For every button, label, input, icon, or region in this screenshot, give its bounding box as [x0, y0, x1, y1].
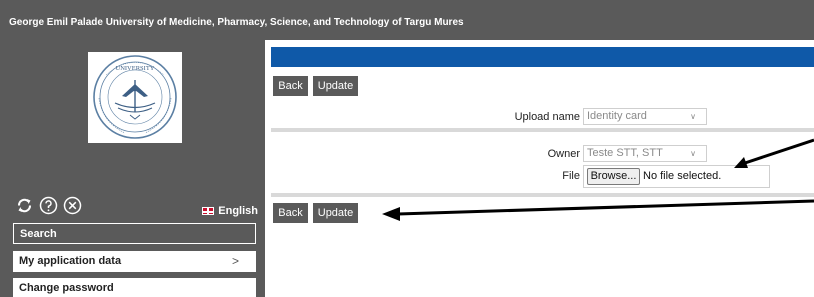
divider: [271, 193, 814, 197]
top-bar: George Emil Palade University of Medicin…: [0, 0, 814, 40]
divider: [271, 128, 814, 132]
sidebar-item-change-password[interactable]: Change password: [13, 278, 256, 297]
language-switcher[interactable]: English: [202, 205, 258, 217]
annotation-arrow-icon: [741, 138, 814, 166]
search-input[interactable]: [14, 224, 255, 244]
university-seal-icon: UNIVERSITY: [93, 55, 177, 139]
owner-select[interactable]: Teste STT, STT ∨: [583, 145, 707, 162]
chevron-down-icon: ∨: [690, 112, 696, 121]
file-field: Browse... No file selected.: [583, 165, 770, 188]
back-button[interactable]: Back: [273, 76, 308, 96]
university-logo: UNIVERSITY: [88, 52, 182, 143]
update-button-bottom[interactable]: Update: [313, 203, 358, 223]
page: George Emil Palade University of Medicin…: [0, 0, 814, 297]
upload-name-value: Identity card: [587, 110, 647, 122]
help-icon[interactable]: [39, 196, 58, 215]
university-title: George Emil Palade University of Medicin…: [9, 17, 464, 28]
search-box: [13, 223, 256, 244]
chevron-down-icon: ∨: [690, 149, 696, 158]
file-status: No file selected.: [643, 170, 722, 182]
sidebar-item-my-application-data[interactable]: My application data >: [13, 251, 256, 272]
file-label: File: [562, 170, 580, 182]
sidebar-item-label: My application data: [19, 255, 122, 267]
chevron-right-icon: >: [231, 254, 239, 268]
back-button-bottom[interactable]: Back: [273, 203, 308, 223]
owner-label: Owner: [547, 148, 580, 160]
upload-name-select[interactable]: Identity card ∨: [583, 108, 707, 125]
close-icon[interactable]: [63, 196, 82, 215]
uk-flag-icon: [202, 207, 215, 215]
owner-value: Teste STT, STT: [587, 147, 663, 159]
language-label: English: [218, 205, 258, 217]
update-button[interactable]: Update: [313, 76, 358, 96]
browse-button[interactable]: Browse...: [587, 168, 640, 185]
upload-name-label: Upload name: [514, 111, 580, 123]
sidebar-icon-row: [15, 196, 82, 215]
sidebar-item-label: Change password: [19, 282, 114, 294]
title-bar: [271, 47, 814, 67]
arrowhead-icon: [382, 207, 400, 221]
seal-text: UNIVERSITY: [116, 65, 155, 72]
refresh-icon[interactable]: [15, 196, 34, 215]
annotation-arrow-icon: [397, 199, 814, 216]
sidebar: UNIVERSITY English Search My application…: [0, 40, 265, 297]
